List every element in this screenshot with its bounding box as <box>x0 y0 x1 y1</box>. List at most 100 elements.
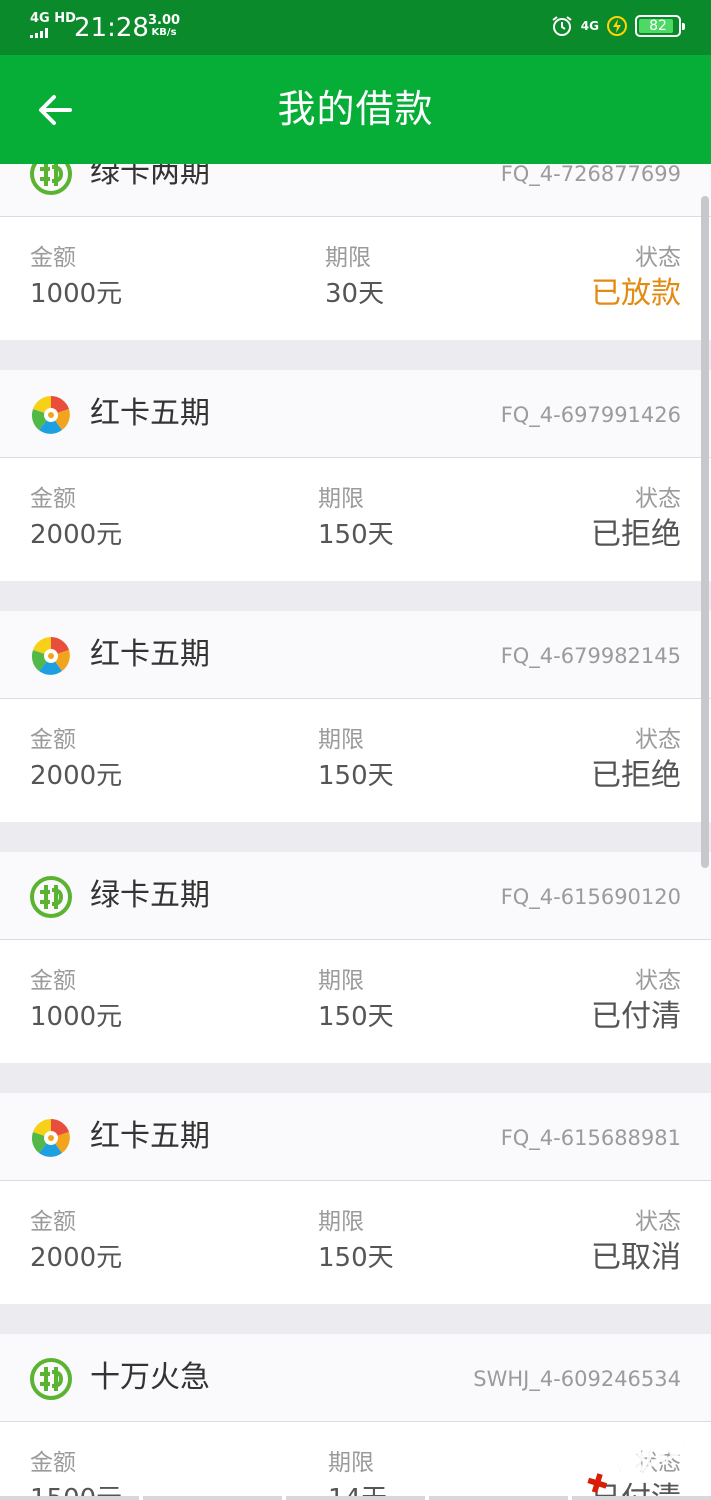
term-value: 150天 <box>318 520 394 550</box>
term-value: 30天 <box>325 279 385 309</box>
page-title: 我的借款 <box>277 87 434 131</box>
app-header: 我的借款 <box>0 55 711 164</box>
status-label: 状态 <box>635 245 681 271</box>
loan-card[interactable]: 红卡五期 FQ_4-697991426 金额 2000元 期限 150天 状态 … <box>0 370 711 581</box>
product-name: 绿卡两期 <box>90 164 210 190</box>
status-column: 状态 已放款 <box>591 243 681 313</box>
speed-unit: KB/s <box>151 27 177 38</box>
loan-card-header: 红卡五期 FQ_4-615688981 <box>0 1093 711 1181</box>
loan-card-body: 金额 1000元 期限 150天 状态 已付清 <box>0 940 711 1062</box>
status-column: 状态 已付清 <box>591 966 681 1036</box>
term-column: 期限 150天 <box>318 1207 394 1277</box>
order-number: FQ_4-679982145 <box>500 644 681 668</box>
status-column: 状态 已拒绝 <box>591 725 681 795</box>
amount-label: 金额 <box>30 1450 76 1476</box>
status-value: 已放款 <box>591 276 681 311</box>
term-label: 期限 <box>318 486 364 512</box>
signal-icon <box>30 28 76 38</box>
term-label: 期限 <box>318 1209 364 1235</box>
loan-card[interactable]: 红卡五期 FQ_4-615688981 金额 2000元 期限 150天 状态 … <box>0 1093 711 1304</box>
status-label: 状态 <box>635 968 681 994</box>
amount-label: 金额 <box>30 245 76 271</box>
amount-column: 金额 1500元 <box>30 1448 122 1500</box>
loan-card[interactable]: 红卡五期 FQ_4-679982145 金额 2000元 期限 150天 状态 … <box>0 611 711 822</box>
product-name: 红卡五期 <box>90 1119 210 1154</box>
amount-column: 金额 2000元 <box>30 484 122 554</box>
order-number: FQ_4-697991426 <box>500 403 681 427</box>
amount-value: 1000元 <box>30 279 123 309</box>
network-speed: 3.00 KB/s <box>148 14 180 39</box>
red-card-logo-icon <box>31 1119 70 1157</box>
amount-label: 金额 <box>30 486 76 512</box>
loan-card-header: 十万火急 SWHJ_4-609246534 <box>0 1334 711 1422</box>
network-type: 4G HD <box>30 11 76 26</box>
amount-value: 2000元 <box>30 761 123 791</box>
term-column: 期限 150天 <box>318 484 394 554</box>
loan-card-header: 绿卡两期 FQ_4-726877699 <box>0 164 711 217</box>
status-column: 状态 已拒绝 <box>591 484 681 554</box>
amount-label: 金额 <box>30 968 76 994</box>
product-name: 绿卡五期 <box>90 878 210 913</box>
loan-card-body: 金额 2000元 期限 150天 状态 已拒绝 <box>0 699 711 821</box>
loan-card[interactable]: 绿卡两期 FQ_4-726877699 金额 1000元 期限 30天 状态 已… <box>0 164 711 340</box>
term-label: 期限 <box>318 968 364 994</box>
charging-icon <box>607 16 627 36</box>
loan-card-header: 绿卡五期 FQ_4-615690120 <box>0 852 711 940</box>
term-value: 150天 <box>318 761 394 791</box>
status-label: 状态 <box>635 727 681 753</box>
loan-card-header: 红卡五期 FQ_4-679982145 <box>0 611 711 699</box>
status-column: 状态 已取消 <box>591 1207 681 1277</box>
term-label: 期限 <box>318 727 364 753</box>
order-number: FQ_4-615690120 <box>500 885 681 909</box>
speed-value: 3.00 <box>148 13 181 28</box>
product-name: 十万火急 <box>90 1360 210 1395</box>
term-label: 期限 <box>325 245 371 271</box>
amount-column: 金额 1000元 <box>30 966 122 1036</box>
status-value: 已拒绝 <box>591 758 681 793</box>
green-card-logo-icon <box>30 876 72 918</box>
product-name: 红卡五期 <box>90 396 210 431</box>
loan-card-body: 金额 1000元 期限 30天 状态 已放款 <box>0 217 711 339</box>
red-card-logo-icon <box>31 396 70 434</box>
amount-value: 2000元 <box>30 520 123 550</box>
amount-column: 金额 1000元 <box>30 243 122 313</box>
status-value: 已取消 <box>591 1240 681 1275</box>
term-column: 期限 30天 <box>325 243 384 313</box>
loan-list[interactable]: 绿卡两期 FQ_4-726877699 金额 1000元 期限 30天 状态 已… <box>0 164 711 1500</box>
network-indicator: 4G HD <box>30 12 76 38</box>
amount-label: 金额 <box>30 1209 76 1235</box>
green-card-logo-icon <box>30 1358 72 1400</box>
status-value: 已拒绝 <box>591 517 681 552</box>
clock: 21:28 <box>74 13 149 43</box>
scrollbar[interactable] <box>701 196 709 868</box>
amount-label: 金额 <box>30 727 76 753</box>
order-number: FQ_4-726877699 <box>500 164 681 186</box>
term-value: 150天 <box>318 1002 394 1032</box>
term-value: 150天 <box>318 1243 394 1273</box>
amount-value: 2000元 <box>30 1243 123 1273</box>
status-icons: 4G 82 <box>551 15 685 37</box>
term-label: 期限 <box>328 1450 374 1476</box>
amount-column: 金额 2000元 <box>30 725 122 795</box>
term-column: 期限 14天 <box>328 1448 387 1500</box>
loan-card-header: 红卡五期 FQ_4-697991426 <box>0 370 711 458</box>
status-label: 状态 <box>635 1209 681 1235</box>
amount-value: 1000元 <box>30 1002 123 1032</box>
alarm-icon <box>552 16 572 36</box>
loan-card-body: 金额 2000元 期限 150天 状态 已拒绝 <box>0 458 711 580</box>
battery-icon: 82 <box>635 15 685 37</box>
network-4g: 4G <box>580 19 599 33</box>
amount-column: 金额 2000元 <box>30 1207 122 1277</box>
term-column: 期限 150天 <box>318 725 394 795</box>
status-bar: 4G HD 21:28 3.00 KB/s 4G 82 <box>0 0 711 55</box>
loan-card-body: 金额 2000元 期限 150天 状态 已取消 <box>0 1181 711 1303</box>
status-label: 状态 <box>635 486 681 512</box>
battery-level: 82 <box>649 18 667 34</box>
status-value: 已付清 <box>591 999 681 1034</box>
product-name: 红卡五期 <box>90 637 210 672</box>
order-number: FQ_4-615688981 <box>500 1126 681 1150</box>
green-card-logo-icon <box>30 164 72 195</box>
order-number: SWHJ_4-609246534 <box>473 1367 681 1391</box>
loan-card[interactable]: 绿卡五期 FQ_4-615690120 金额 1000元 期限 150天 状态 … <box>0 852 711 1063</box>
term-column: 期限 150天 <box>318 966 394 1036</box>
